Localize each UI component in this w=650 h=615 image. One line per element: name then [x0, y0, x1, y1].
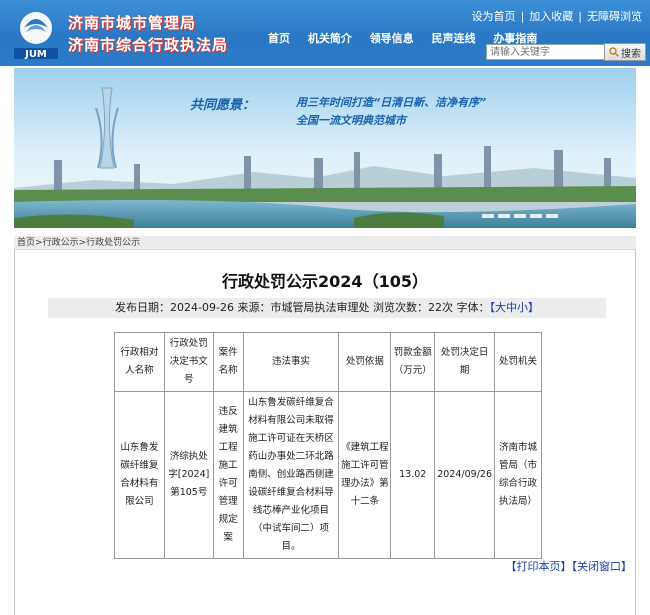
page-actions: 【打印本页】【关闭窗口】 — [506, 558, 633, 574]
cell-party-name: 山东鲁发碳纤维复合材料有限公司 — [114, 391, 165, 559]
set-homepage-link[interactable]: 设为首页 — [472, 10, 516, 23]
cell-violation-facts: 山东鲁发碳纤维复合材料有限公司未取得施工许可证在天桥区药山办事处二环北路南侧、创… — [242, 391, 340, 559]
slogan-prefix: 共同愿景： — [190, 98, 256, 113]
source-label: 来源： — [237, 301, 271, 314]
page: JUM 济南市城市管理局 济南市综合行政执法局 设为首页 | 加入收藏 | 无障碍浏览 … — [0, 0, 650, 615]
font-size-switch[interactable]: 【大中小】 — [489, 301, 539, 314]
table-header: 行政处罚决定书文号 — [163, 332, 214, 392]
table-header: 行政相对人名称 — [114, 332, 165, 392]
add-favorite-link[interactable]: 加入收藏 — [529, 10, 573, 23]
logo-text: JUM — [24, 49, 47, 60]
top-links: 设为首页 | 加入收藏 | 无障碍浏览 — [471, 10, 642, 23]
table-header: 案件名称 — [212, 332, 244, 392]
nav-about[interactable]: 机关简介 — [308, 32, 352, 45]
cell-legal-basis: 《建筑工程施工许可管理办法》第十二条 — [338, 391, 392, 559]
table-header: 罚款金额（万元） — [390, 332, 436, 392]
org-name-secondary: 济南市综合行政执法局 — [68, 36, 229, 54]
nav-leaders[interactable]: 领导信息 — [370, 32, 414, 45]
views-label: 浏览次数： — [372, 301, 428, 314]
source-value: 市城管局执法审理处 — [270, 301, 370, 314]
slogan-line-1: 用三年时间打造“日清日新、洁净有序” — [296, 96, 487, 109]
cell-decision-date: 2024/09/26 — [434, 391, 496, 559]
page-title: 行政处罚公示2024（105） — [222, 272, 428, 291]
table-header: 处罚依据 — [338, 332, 392, 392]
table-row: 山东鲁发碳纤维复合材料有限公司 济综执处字[2024]第105号 违反建筑工程施… — [114, 391, 542, 559]
views-value: 22次 — [427, 301, 453, 314]
site-header: JUM 济南市城市管理局 济南市综合行政执法局 设为首页 | 加入收藏 | 无障碍浏览 … — [0, 0, 650, 66]
search-icon — [609, 47, 619, 57]
search-button[interactable]: 搜索 — [604, 43, 646, 61]
nav-home[interactable]: 首页 — [268, 32, 290, 45]
table-header-row: 行政相对人名称 行政处罚决定书文号 案件名称 违法事实 处罚依据 罚款金额（万元… — [114, 332, 542, 392]
search-button-label: 搜索 — [621, 48, 641, 60]
article-meta: 发布日期：2024-09-26 来源：市城管局执法审理处 浏览次数：22次 字体… — [48, 298, 606, 318]
org-name-primary: 济南市城市管理局 — [68, 14, 197, 32]
close-window-link[interactable]: 【关闭窗口】 — [572, 560, 633, 573]
table-header: 处罚决定日期 — [434, 332, 496, 392]
table-header: 违法事实 — [242, 332, 340, 392]
slogan-line-2: 全国一流文明典范城市 — [296, 114, 406, 127]
penalty-table: 行政相对人名称 行政处罚决定书文号 案件名称 违法事实 处罚依据 罚款金额（万元… — [114, 332, 542, 559]
banner: 共同愿景： 用三年时间打造“日清日新、洁净有序” 全国一流文明典范城市 — [14, 68, 636, 228]
nav-hotline[interactable]: 民声连线 — [432, 32, 476, 45]
print-page-link[interactable]: 【打印本页】 — [506, 560, 572, 573]
cell-case-name: 违反建筑工程施工许可管理规定案 — [212, 391, 244, 559]
font-label: 字体： — [456, 301, 490, 314]
cell-authority: 济南市城管局（市综合行政执法局） — [494, 391, 542, 559]
cell-decision-number: 济综执处字[2024]第105号 — [163, 391, 214, 559]
publish-date: 2024-09-26 — [170, 301, 234, 314]
breadcrumb-home[interactable]: 首页 — [17, 238, 35, 248]
cell-fine-amount: 13.02 — [390, 391, 436, 559]
breadcrumb: 首页>行政公示>行政处罚公示 — [14, 236, 636, 250]
city-panorama-image — [14, 68, 636, 228]
publish-label: 发布日期： — [115, 301, 171, 314]
table-header: 处罚机关 — [494, 332, 542, 392]
breadcrumb-penalty[interactable]: 行政处罚公示 — [86, 238, 140, 248]
search-input[interactable] — [486, 44, 608, 60]
breadcrumb-publicity[interactable]: 行政公示 — [43, 238, 79, 248]
city-logo-icon: JUM — [14, 12, 58, 60]
accessibility-link[interactable]: 无障碍浏览 — [587, 10, 642, 23]
